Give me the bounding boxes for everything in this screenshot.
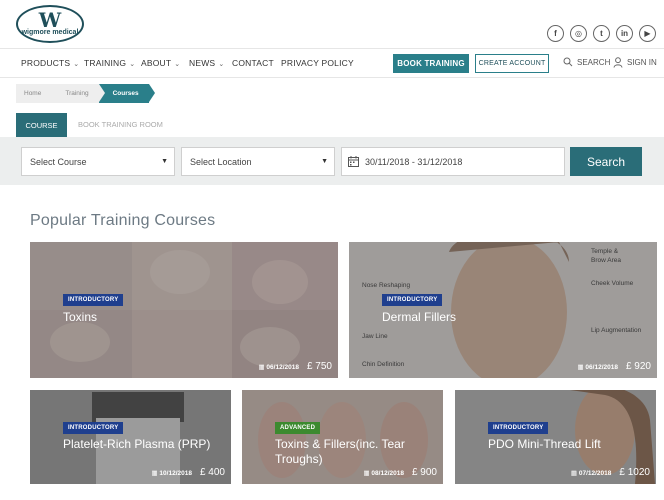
calendar-icon <box>348 156 359 167</box>
nav-training-label: TRAINING <box>84 58 127 68</box>
nav-training[interactable]: TRAINING ⌄ <box>84 58 135 68</box>
face-label: Nose Reshaping <box>362 282 411 289</box>
face-label: Brow Area <box>591 257 621 264</box>
course-title: Dermal Fillers <box>382 310 457 324</box>
course-card-pdo-thread-lift[interactable]: INTRODUCTORY PDO Mini-Thread Lift ▦ 07/1… <box>455 390 656 484</box>
chevron-down-icon: ⌄ <box>174 61 181 68</box>
breadcrumb-home-label: Home <box>24 90 42 97</box>
nav-news-label: NEWS <box>189 58 216 68</box>
level-badge: INTRODUCTORY <box>63 422 124 434</box>
course-card-toxins-fillers[interactable]: ADVANCED Toxins & Fillers(inc. Tear Trou… <box>242 390 443 484</box>
nav-contact[interactable]: CONTACT <box>232 58 274 68</box>
course-date-value: 10/12/2018 <box>159 470 192 477</box>
nav-sign-in-label: SIGN IN <box>627 58 657 67</box>
book-training-button[interactable]: BOOK TRAINING <box>393 54 469 73</box>
face-label: Jaw Line <box>362 333 388 340</box>
course-meta: ▦ 10/12/2018 £ 400 <box>151 467 225 478</box>
date-range-input[interactable]: 30/11/2018 - 31/12/2018 <box>341 147 565 176</box>
search-button[interactable]: Search <box>570 147 642 176</box>
course-price: £ 900 <box>411 467 437 478</box>
logo-text: wigmore medical <box>21 29 79 36</box>
course-title: Toxins <box>63 310 98 324</box>
site-header: W wigmore medical f ◎ t in ▶ <box>0 0 664 48</box>
course-date-value: 08/12/2018 <box>371 470 404 477</box>
breadcrumb-training[interactable]: Training <box>51 84 105 103</box>
course-card-toxins[interactable]: INTRODUCTORY Toxins ▦ 06/12/2018 £ 750 <box>30 242 338 378</box>
nav-products-label: PRODUCTS <box>21 58 71 68</box>
create-account-button[interactable]: CREATE ACCOUNT <box>475 54 549 73</box>
course-date: ▦ 06/12/2018 <box>258 364 299 371</box>
wigmore-logo[interactable]: W wigmore medical <box>16 5 84 43</box>
main-nav: PRODUCTS ⌄ TRAINING ⌄ ABOUT ⌄ NEWS ⌄ CONTACT… <box>0 48 664 78</box>
chevron-down-icon: ⌄ <box>129 61 136 68</box>
chevron-down-icon: ⌄ <box>218 61 225 68</box>
level-badge: INTRODUCTORY <box>382 294 443 306</box>
breadcrumb: Home Training Courses <box>16 84 155 103</box>
caret-down-icon: ▼ <box>321 158 328 165</box>
course-meta: ▦ 08/12/2018 £ 900 <box>363 467 437 478</box>
breadcrumb-courses-label: Courses <box>112 90 139 97</box>
chevron-down-icon: ⌄ <box>73 61 80 68</box>
nav-sign-in[interactable]: SIGN IN <box>613 57 657 68</box>
nav-search-label: SEARCH <box>577 57 611 67</box>
course-filter-bar: Select Course ▼ Select Location ▼ 30/11/… <box>0 137 664 185</box>
face-label: Chin Definition <box>362 361 405 368</box>
course-meta: ▦ 06/12/2018 £ 750 <box>258 361 332 372</box>
nav-news[interactable]: NEWS ⌄ <box>189 58 224 68</box>
course-title: Platelet-Rich Plasma (PRP) <box>63 437 211 451</box>
course-price: £ 750 <box>306 361 332 372</box>
twitter-icon[interactable]: t <box>593 25 610 42</box>
course-price: £ 1020 <box>619 467 650 478</box>
course-date: ▦ 07/12/2018 <box>570 470 612 477</box>
nav-privacy-policy[interactable]: PRIVACY POLICY <box>281 58 354 68</box>
youtube-icon[interactable]: ▶ <box>639 25 656 42</box>
breadcrumb-home[interactable]: Home <box>16 84 58 103</box>
course-price: £ 920 <box>625 361 651 372</box>
social-links: f ◎ t in ▶ <box>547 25 656 42</box>
facebook-icon[interactable]: f <box>547 25 564 42</box>
level-badge: INTRODUCTORY <box>488 422 549 434</box>
course-title: PDO Mini-Thread Lift <box>488 437 601 451</box>
level-badge: ADVANCED <box>275 422 321 434</box>
course-date-value: 06/12/2018 <box>266 364 299 371</box>
nav-about-label: ABOUT <box>141 58 172 68</box>
logo-letter: W <box>38 8 62 32</box>
course-card-prp[interactable]: INTRODUCTORY Platelet-Rich Plasma (PRP) … <box>30 390 231 484</box>
caret-down-icon: ▼ <box>161 158 168 165</box>
section-title: Popular Training Courses <box>30 212 216 229</box>
nav-search[interactable]: SEARCH <box>563 57 610 67</box>
course-card-dermal-fillers[interactable]: Temple & Brow Area Cheek Volume Lip Augm… <box>349 242 657 378</box>
face-label: Lip Augmentation <box>591 327 642 334</box>
course-select-value: Select Course <box>30 156 87 167</box>
breadcrumb-separator <box>148 84 155 102</box>
course-date-value: 07/12/2018 <box>578 470 612 477</box>
instagram-icon[interactable]: ◎ <box>570 25 587 42</box>
breadcrumb-training-label: Training <box>65 90 89 97</box>
face-label: Cheek Volume <box>591 280 634 287</box>
course-meta: ▦ 06/12/2018 £ 920 <box>577 361 651 372</box>
tab-course[interactable]: COURSE <box>16 113 67 137</box>
course-meta: ▦ 07/12/2018 £ 1020 <box>571 467 650 478</box>
nav-products[interactable]: PRODUCTS ⌄ <box>21 58 79 68</box>
user-icon <box>613 57 623 68</box>
linkedin-icon[interactable]: in <box>616 25 633 42</box>
course-date-value: 06/12/2018 <box>585 364 618 371</box>
location-select[interactable]: Select Location ▼ <box>181 147 335 176</box>
course-date: ▦ 08/12/2018 <box>363 470 404 477</box>
search-icon <box>563 57 573 67</box>
nav-about[interactable]: ABOUT ⌄ <box>141 58 180 68</box>
course-title: Toxins & Fillers(inc. Tear Troughs) <box>275 437 405 466</box>
breadcrumb-courses: Courses <box>98 84 155 103</box>
level-badge: INTRODUCTORY <box>63 294 124 306</box>
course-date: ▦ 06/12/2018 <box>577 364 618 371</box>
tab-book-training-room[interactable]: BOOK TRAINING ROOM <box>78 120 163 129</box>
breadcrumb-separator <box>51 84 58 102</box>
face-label: Temple & <box>591 248 619 255</box>
location-select-value: Select Location <box>190 156 252 167</box>
date-range-value: 30/11/2018 - 31/12/2018 <box>365 156 463 167</box>
course-price: £ 400 <box>199 467 225 478</box>
breadcrumb-separator <box>98 84 105 102</box>
course-date: ▦ 10/12/2018 <box>151 470 192 477</box>
course-select[interactable]: Select Course ▼ <box>21 147 175 176</box>
